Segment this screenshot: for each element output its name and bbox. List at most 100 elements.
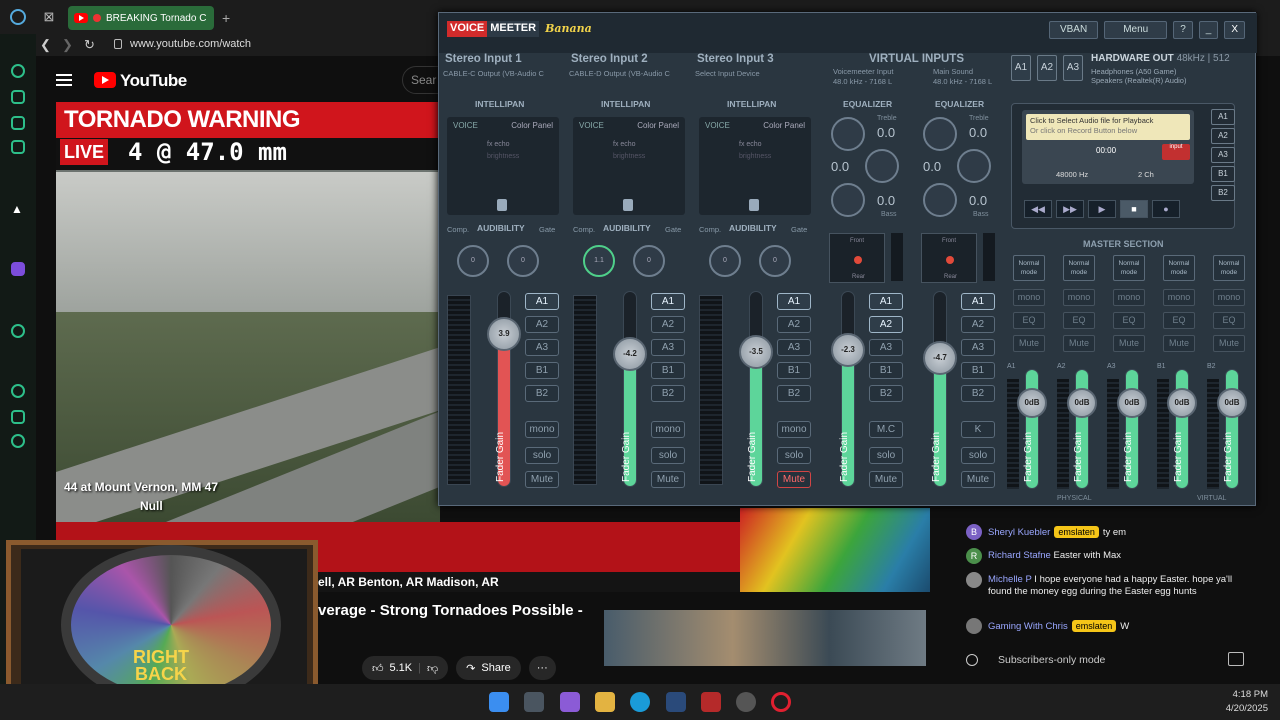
master-mute-button[interactable]: Mute <box>1113 335 1145 352</box>
strip-device[interactable]: CABLE-D Output (VB-Audio C <box>569 69 670 78</box>
chat-author[interactable]: Gaming With Chris <box>988 621 1068 632</box>
bus-a1-button[interactable]: A1 <box>525 293 559 310</box>
bus-b2-button[interactable]: B2 <box>525 385 559 402</box>
fader-knob[interactable]: -3.5 <box>739 335 773 369</box>
strip-device[interactable]: Select Input Device <box>695 69 760 78</box>
fast-forward-icon[interactable]: ▶▶ <box>1056 200 1084 218</box>
bus-a3-button[interactable]: A3 <box>961 339 995 356</box>
bus-b1-button[interactable]: B1 <box>651 362 685 379</box>
intellipan-handle[interactable] <box>497 199 507 211</box>
fader-track[interactable]: -2.3 Fader Gain <box>831 291 865 487</box>
extensions-icon[interactable] <box>11 410 25 424</box>
intellipan-panel[interactable]: VOICE Color Panel fx echo brightness <box>573 117 685 215</box>
bus-a2-button[interactable]: A2 <box>961 316 995 333</box>
ad-thumbnail[interactable] <box>604 610 926 666</box>
comp-knob[interactable]: 0 <box>709 245 741 277</box>
forward-icon[interactable]: ❯ <box>62 37 73 53</box>
strip-device[interactable]: CABLE-C Output (VB-Audio C <box>443 69 544 78</box>
bus-mono-button[interactable]: mono <box>777 421 811 438</box>
store-icon[interactable] <box>524 692 544 712</box>
obs-icon[interactable] <box>736 692 756 712</box>
strip-name[interactable]: Stereo Input 1 <box>445 53 522 65</box>
bus-mute-button[interactable]: Mute <box>777 471 811 488</box>
bus-solo-button[interactable]: solo <box>961 447 995 464</box>
bus-a3-button[interactable]: A3 <box>777 339 811 356</box>
fader-track[interactable]: 3.9 Fader Gain <box>487 291 521 487</box>
bus-a3-button[interactable]: A3 <box>869 339 903 356</box>
master-eq-button[interactable]: EQ <box>1113 312 1145 329</box>
copilot-icon[interactable] <box>560 692 580 712</box>
bus-b1-button[interactable]: B1 <box>961 362 995 379</box>
bus-b2-button[interactable]: B2 <box>869 385 903 402</box>
bus-mono-button[interactable]: mono <box>525 421 559 438</box>
record-icon[interactable]: ● <box>1152 200 1180 218</box>
chat-mode-icon[interactable] <box>1228 652 1244 666</box>
comp-knob[interactable]: 1.1 <box>583 245 615 277</box>
pan-pad[interactable]: Front Rear <box>921 233 977 283</box>
master-fader[interactable]: 0dB Fader Gain <box>1217 369 1247 489</box>
recorder-bus-a3[interactable]: A3 <box>1211 147 1235 163</box>
strip-name[interactable]: Stereo Input 3 <box>697 53 774 65</box>
gate-knob[interactable]: 0 <box>633 245 665 277</box>
master-fader[interactable]: 0dB Fader Gain <box>1017 369 1047 489</box>
start-icon[interactable] <box>489 692 509 712</box>
reload-icon[interactable]: ↻ <box>84 37 95 53</box>
menu-icon[interactable] <box>56 74 72 86</box>
messenger-icon[interactable] <box>11 116 25 130</box>
vban-button[interactable]: VBAN <box>1048 21 1099 39</box>
bus-a3-button[interactable]: A3 <box>525 339 559 356</box>
youtube-brand[interactable]: YouTube <box>120 71 187 91</box>
share-button[interactable]: ↷ Share <box>456 656 521 680</box>
history-icon[interactable] <box>11 384 25 398</box>
bus-mute-button[interactable]: Mute <box>961 471 995 488</box>
bass-knob[interactable] <box>923 183 957 217</box>
pin-icon[interactable]: ▲ <box>11 202 25 216</box>
close-button[interactable]: X <box>1224 21 1245 39</box>
bus-solo-button[interactable]: solo <box>651 447 685 464</box>
player-icon[interactable] <box>11 324 25 338</box>
bus-mc-button[interactable]: M.C <box>869 421 903 438</box>
mid-knob[interactable] <box>865 149 899 183</box>
fader-knob[interactable]: -4.7 <box>923 341 957 375</box>
voicemeeter-icon[interactable] <box>666 692 686 712</box>
fader-knob[interactable]: -2.3 <box>831 333 865 367</box>
bus-mute-button[interactable]: Mute <box>869 471 903 488</box>
intellipan-handle[interactable] <box>749 199 759 211</box>
chat-avatar[interactable] <box>966 618 982 634</box>
chat-avatar[interactable] <box>966 572 982 588</box>
opera-logo-icon[interactable] <box>10 9 26 25</box>
fader-track[interactable]: -4.7 Fader Gain <box>923 291 957 487</box>
chat-author[interactable]: Sheryl Kuebler <box>988 527 1050 538</box>
new-tab-button[interactable]: + <box>222 10 230 26</box>
chat-avatar[interactable]: B <box>966 524 982 540</box>
bus-a2-button[interactable]: A2 <box>525 316 559 333</box>
help-button[interactable]: ? <box>1173 21 1193 39</box>
master-fader[interactable]: 0dB Fader Gain <box>1067 369 1097 489</box>
master-mode-button[interactable]: Normal mode <box>1163 255 1195 281</box>
master-mono-button[interactable]: mono <box>1063 289 1095 306</box>
speed-dial-icon[interactable] <box>11 64 25 78</box>
recorder-bus-a1[interactable]: A1 <box>1211 109 1235 125</box>
master-eq-button[interactable]: EQ <box>1163 312 1195 329</box>
bus-b1-button[interactable]: B1 <box>869 362 903 379</box>
bus-a2-button[interactable]: A2 <box>651 316 685 333</box>
intellipan-panel[interactable]: VOICE Color Panel fx echo brightness <box>447 117 559 215</box>
bus-a1-button[interactable]: A1 <box>651 293 685 310</box>
bass-knob[interactable] <box>831 183 865 217</box>
master-mute-button[interactable]: Mute <box>1213 335 1245 352</box>
recorder-screen[interactable]: Click to Select Audio file for Playback O… <box>1022 110 1194 184</box>
master-mono-button[interactable]: mono <box>1213 289 1245 306</box>
bus-mute-button[interactable]: Mute <box>525 471 559 488</box>
strip-name[interactable]: Stereo Input 2 <box>571 53 648 65</box>
treble-knob[interactable] <box>831 117 865 151</box>
bus-a1-button[interactable]: A1 <box>869 293 903 310</box>
aria-icon[interactable] <box>11 90 25 104</box>
like-button[interactable]: 👍︎ 5.1K | 👎︎ <box>362 656 449 680</box>
treble-knob[interactable] <box>923 117 957 151</box>
master-fader[interactable]: 0dB Fader Gain <box>1117 369 1147 489</box>
menu-button[interactable]: Menu <box>1104 21 1168 39</box>
tab-menu-icon[interactable]: ⊠ <box>40 8 58 26</box>
master-fader[interactable]: 0dB Fader Gain <box>1167 369 1197 489</box>
bus-a1-button[interactable]: A1 <box>961 293 995 310</box>
bus-b2-button[interactable]: B2 <box>651 385 685 402</box>
